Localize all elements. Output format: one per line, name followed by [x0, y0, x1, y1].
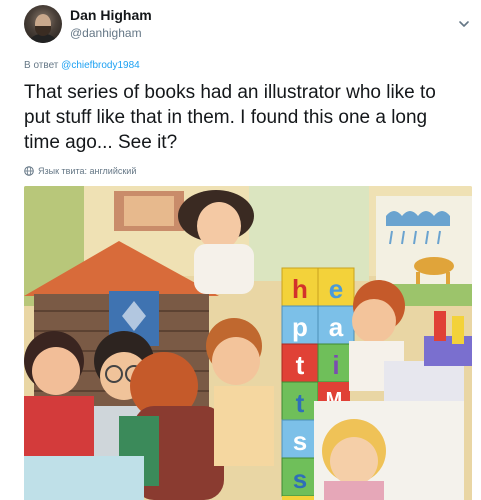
book-illustration: h e p a t i t s s M: [24, 186, 472, 500]
author-display-name[interactable]: Dan Higham: [70, 7, 152, 23]
avatar[interactable]: [24, 5, 62, 43]
author-handle[interactable]: @danhigham: [70, 26, 142, 40]
block-letter-a: a: [329, 312, 344, 342]
reply-context: В ответ @chiefbrody1984: [24, 60, 140, 71]
tweet-text: That series of books had an illustrator …: [24, 82, 436, 153]
globe-icon: [24, 166, 34, 176]
block-letter-i: i: [332, 350, 339, 380]
block-letter-e: e: [329, 274, 343, 304]
block-letter-t: t: [296, 350, 305, 380]
block-letter-s: s: [293, 426, 307, 456]
tweet-media-image[interactable]: h e p a t i t s s M: [24, 186, 472, 500]
block-letter-h: h: [292, 274, 308, 304]
block-letter-p: p: [292, 312, 308, 342]
chevron-down-icon[interactable]: [458, 18, 470, 30]
reply-mention-link[interactable]: @chiefbrody1984: [61, 60, 140, 71]
block-letter-t-2: t: [296, 388, 305, 418]
tweet-language: Язык твита: английский: [24, 166, 136, 176]
language-label: Язык твита: английский: [38, 166, 137, 176]
reply-prefix: В ответ: [24, 60, 59, 71]
block-letter-s-2: s: [293, 464, 307, 494]
tweet: Dan Higham @danhigham В ответ @chiefbrod…: [0, 0, 481, 500]
